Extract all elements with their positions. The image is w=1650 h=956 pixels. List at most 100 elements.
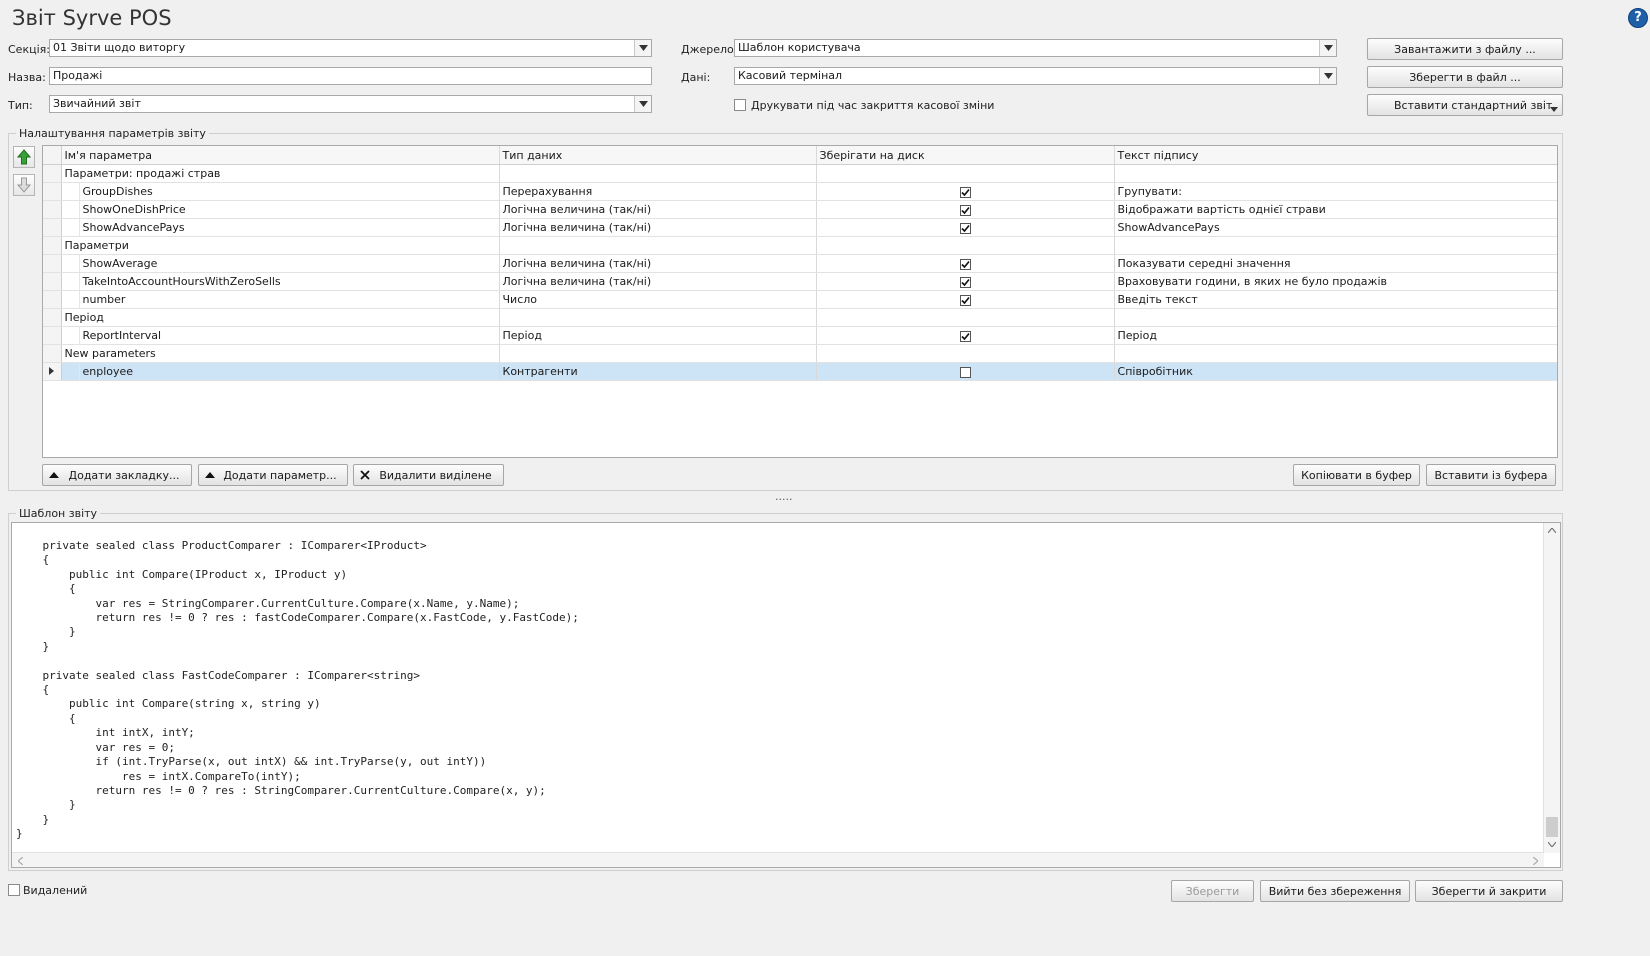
param-name: GroupDishes: [79, 182, 500, 201]
deleted-checkbox[interactable]: [8, 884, 20, 896]
param-name: ShowAdvancePays: [79, 218, 500, 237]
deleted-label: Видалений: [23, 884, 88, 897]
chevron-down-icon[interactable]: [1319, 40, 1336, 56]
copy-to-buffer-button[interactable]: Копіювати в буфер: [1293, 464, 1420, 486]
delete-selected-label: Видалити виділене: [379, 468, 492, 482]
param-caption: Співробітник: [1114, 362, 1557, 381]
data-combo[interactable]: Касовий термінал: [734, 67, 1337, 85]
chevron-down-icon[interactable]: [634, 40, 651, 56]
table-row-group[interactable]: Період: [43, 308, 1557, 327]
add-tab-button[interactable]: Додати закладку...: [42, 464, 192, 486]
params-grid[interactable]: Ім'я параметра Тип даних Зберігати на ди…: [42, 145, 1558, 458]
table-row-group[interactable]: Параметри: [43, 236, 1557, 255]
type-value: Звичайний звіт: [53, 97, 141, 110]
column-header-name[interactable]: Ім'я параметра: [61, 146, 500, 165]
data-value: Касовий термінал: [738, 69, 843, 82]
save-checkbox[interactable]: [959, 294, 971, 306]
add-tab-label: Додати закладку...: [68, 468, 180, 482]
add-param-button[interactable]: Додати параметр...: [198, 464, 348, 486]
section-combo[interactable]: 01 Звіти щодо виторгу: [49, 39, 652, 57]
save-checkbox[interactable]: [959, 258, 971, 270]
name-label: Назва:: [8, 71, 46, 84]
save-to-file-button[interactable]: Зберегти в файл ...: [1367, 66, 1563, 88]
table-row[interactable]: ShowAverage Логічна величина (так/ні) По…: [43, 254, 1557, 273]
save-checkbox[interactable]: [959, 186, 971, 198]
move-up-button[interactable]: [13, 146, 35, 168]
param-caption: Групувати:: [1114, 182, 1557, 201]
horizontal-scrollbar[interactable]: [12, 852, 1544, 867]
param-type: Логічна величина (так/ні): [499, 200, 817, 219]
section-label: Секція:: [8, 43, 50, 56]
param-caption: Введіть текст: [1114, 290, 1557, 309]
exit-without-saving-button[interactable]: Вийти без збереження: [1260, 880, 1410, 902]
params-table: Ім'я параметра Тип даних Зберігати на ди…: [43, 146, 1557, 381]
table-row[interactable]: ShowOneDishPrice Логічна величина (так/н…: [43, 200, 1557, 219]
save-checkbox[interactable]: [959, 366, 971, 378]
save-and-close-button[interactable]: Зберегти й закрити: [1415, 880, 1563, 902]
triangle-up-icon: [205, 472, 215, 478]
save-checkbox[interactable]: [959, 204, 971, 216]
save-checkbox[interactable]: [959, 330, 971, 342]
params-group-title: Налаштування параметрів звіту: [16, 127, 209, 140]
arrow-up-icon: [17, 149, 31, 165]
group-name: New parameters: [61, 344, 500, 363]
help-icon[interactable]: ?: [1628, 8, 1648, 28]
chevron-left-icon: [18, 857, 23, 865]
table-row[interactable]: TakeIntoAccountHoursWithZeroSells Логічн…: [43, 272, 1557, 291]
param-type: Число: [499, 290, 817, 309]
table-row[interactable]: ReportInterval Період Період: [43, 326, 1557, 345]
save-button[interactable]: Зберегти: [1171, 880, 1254, 902]
template-code-editor[interactable]: private sealed class ProductComparer : I…: [11, 522, 1561, 868]
param-caption: Показувати середні значення: [1114, 254, 1557, 273]
param-type: Логічна величина (так/ні): [499, 254, 817, 273]
column-header-save[interactable]: Зберігати на диск: [816, 146, 1115, 165]
arrow-down-icon: [17, 177, 31, 193]
vertical-scroll-thumb[interactable]: [1546, 817, 1558, 837]
type-combo[interactable]: Звичайний звіт: [49, 95, 652, 113]
chevron-down-icon[interactable]: [634, 96, 651, 112]
print-on-close-checkbox[interactable]: [734, 99, 746, 111]
type-label: Тип:: [8, 99, 33, 112]
template-code: private sealed class ProductComparer : I…: [16, 539, 579, 841]
triangle-up-icon: [49, 472, 59, 478]
param-type: Логічна величина (так/ні): [499, 218, 817, 237]
param-name: ShowOneDishPrice: [79, 200, 500, 219]
vertical-scrollbar[interactable]: [1543, 523, 1560, 853]
chevron-down-icon[interactable]: [1319, 68, 1336, 84]
chevron-right-icon: [1533, 857, 1538, 865]
delete-selected-button[interactable]: Видалити виділене: [353, 464, 504, 486]
table-row[interactable]: number Число Введіть текст: [43, 290, 1557, 309]
table-row[interactable]: ShowAdvancePays Логічна величина (так/ні…: [43, 218, 1557, 237]
template-group-title: Шаблон звіту: [16, 507, 101, 520]
table-row-group[interactable]: Параметри: продажі страв: [43, 164, 1557, 183]
save-checkbox[interactable]: [959, 222, 971, 234]
table-row[interactable]: GroupDishes Перерахування Групувати:: [43, 182, 1557, 201]
paste-from-buffer-button[interactable]: Вставити із буфера: [1426, 464, 1556, 486]
row-header-corner: [43, 146, 62, 165]
data-label: Дані:: [681, 71, 711, 84]
column-header-type[interactable]: Тип даних: [499, 146, 817, 165]
group-name: Параметри: [61, 236, 500, 255]
column-header-caption[interactable]: Текст підпису: [1114, 146, 1557, 165]
row-pointer-icon: [43, 362, 62, 381]
table-row-group[interactable]: New parameters: [43, 344, 1557, 363]
table-row-selected[interactable]: enployee Контрагенти Співробітник: [43, 362, 1557, 381]
param-name: TakeIntoAccountHoursWithZeroSells: [79, 272, 500, 291]
param-caption: Період: [1114, 326, 1557, 345]
splitter-handle[interactable]: .....: [775, 490, 792, 503]
source-combo[interactable]: Шаблон користувача: [734, 39, 1337, 57]
param-name: ReportInterval: [79, 326, 500, 345]
param-type: Період: [499, 326, 817, 345]
close-icon: [360, 470, 370, 480]
param-name: enployee: [79, 362, 500, 381]
save-checkbox[interactable]: [959, 276, 971, 288]
name-input[interactable]: Продажі: [49, 67, 652, 85]
move-down-button[interactable]: [13, 174, 35, 196]
print-on-close-label: Друкувати під час закриття касової зміни: [751, 99, 995, 112]
param-caption: ShowAdvancePays: [1114, 218, 1557, 237]
insert-standard-report-button[interactable]: Вставити стандартний звіт: [1367, 94, 1563, 116]
param-name: ShowAverage: [79, 254, 500, 273]
load-from-file-button[interactable]: Завантажити з файлу ...: [1367, 38, 1563, 60]
param-type: Контрагенти: [499, 362, 817, 381]
param-type: Перерахування: [499, 182, 817, 201]
